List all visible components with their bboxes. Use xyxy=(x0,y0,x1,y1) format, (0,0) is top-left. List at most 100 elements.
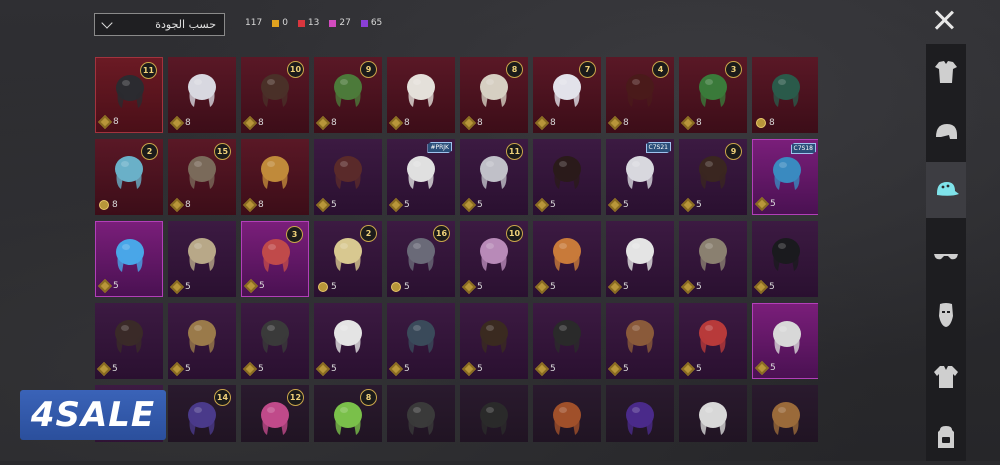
item-points: 8 xyxy=(534,115,556,131)
item-slot[interactable]: 38 xyxy=(679,57,747,133)
points-value: 5 xyxy=(550,282,556,292)
item-slot[interactable]: 98 xyxy=(314,57,382,133)
item-slot[interactable]: C7S18 5 xyxy=(752,139,818,215)
points-value: 8 xyxy=(258,118,264,128)
item-slot[interactable]: 8 xyxy=(314,385,382,442)
points-value: 5 xyxy=(623,282,629,292)
item-slot[interactable]: 5 xyxy=(533,303,601,379)
item-slot[interactable]: 5 xyxy=(679,221,747,297)
item-slot[interactable]: #PRJK 5 xyxy=(387,139,455,215)
item-hat-icon xyxy=(261,156,289,189)
level-badge: 9 xyxy=(725,143,742,160)
item-slot[interactable]: 5 xyxy=(460,303,528,379)
level-badge: 4 xyxy=(652,61,669,78)
item-slot[interactable]: 8 xyxy=(168,57,236,133)
item-slot[interactable]: 5 xyxy=(533,139,601,215)
item-slot[interactable]: 5 xyxy=(533,221,601,297)
item-slot[interactable]: C7S21 5 xyxy=(606,139,674,215)
item-slot[interactable] xyxy=(752,385,818,442)
item-slot[interactable]: 16 5 xyxy=(387,221,455,297)
item-slot[interactable]: 5 xyxy=(387,303,455,379)
item-slot[interactable]: 12 xyxy=(241,385,309,442)
item-slot[interactable]: 5 xyxy=(606,303,674,379)
level-badge: 11 xyxy=(506,143,523,160)
item-slot[interactable]: 35 xyxy=(241,221,309,297)
level-badge: 14 xyxy=(214,389,231,406)
item-slot[interactable]: 5 xyxy=(168,303,236,379)
points-value: 5 xyxy=(770,199,776,209)
points-value: 5 xyxy=(769,282,775,292)
item-slot[interactable] xyxy=(460,385,528,442)
points-value: 8 xyxy=(623,118,629,128)
item-points: 5 xyxy=(315,197,337,213)
close-button[interactable] xyxy=(930,6,958,34)
item-points: 5 xyxy=(534,361,556,377)
item-slot[interactable]: 10 5 xyxy=(460,221,528,297)
item-hat-icon xyxy=(772,74,800,107)
glasses-icon xyxy=(934,254,958,260)
item-points: 5 xyxy=(461,361,483,377)
item-points: 8 xyxy=(756,118,775,128)
item-points: 5 xyxy=(680,197,702,213)
item-slot[interactable]: 15 8 xyxy=(168,139,236,215)
item-slot[interactable]: 78 xyxy=(533,57,601,133)
item-slot[interactable]: 5 xyxy=(314,303,382,379)
item-hat-icon xyxy=(553,320,581,353)
gem-icon xyxy=(388,361,404,377)
item-slot[interactable] xyxy=(533,385,601,442)
tab-mask[interactable] xyxy=(926,287,966,343)
item-slot[interactable] xyxy=(387,385,455,442)
item-hat-icon xyxy=(699,320,727,353)
points-value: 5 xyxy=(696,282,702,292)
item-slot[interactable]: 5 xyxy=(679,303,747,379)
hat-icon xyxy=(937,182,959,196)
item-slot[interactable]: 48 xyxy=(606,57,674,133)
item-slot[interactable] xyxy=(679,385,747,442)
item-points: 5 xyxy=(754,360,776,376)
sort-dropdown[interactable]: حسب الجودة xyxy=(94,13,225,36)
points-value: 5 xyxy=(185,282,191,292)
item-slot[interactable]: 8 xyxy=(752,57,818,133)
gem-icon xyxy=(607,115,623,131)
tab-backpack[interactable] xyxy=(926,409,966,465)
item-points: 5 xyxy=(461,197,483,213)
gem-icon xyxy=(534,361,550,377)
level-badge: 8 xyxy=(360,389,377,406)
item-slot[interactable]: 5 xyxy=(606,221,674,297)
item-slot[interactable]: 8 xyxy=(387,57,455,133)
tab-glasses[interactable] xyxy=(926,228,966,284)
item-slot[interactable]: 11 5 xyxy=(460,139,528,215)
item-hat-icon xyxy=(188,238,216,271)
season-badge: C7S18 xyxy=(790,143,816,154)
item-slot[interactable]: 28 xyxy=(95,139,163,215)
tab-outfit[interactable] xyxy=(926,44,966,100)
item-slot[interactable]: 5 xyxy=(314,139,382,215)
coin-icon xyxy=(318,282,328,292)
item-slot[interactable]: 5 xyxy=(752,221,818,297)
item-slot[interactable]: 8 xyxy=(241,139,309,215)
tab-helmet[interactable] xyxy=(926,104,966,160)
level-badge: 2 xyxy=(141,143,158,160)
item-slot[interactable]: 25 xyxy=(314,221,382,297)
item-slot[interactable] xyxy=(606,385,674,442)
tab-hat[interactable] xyxy=(926,162,966,218)
item-slot[interactable]: 88 xyxy=(460,57,528,133)
item-hat-icon xyxy=(772,238,800,271)
item-slot[interactable]: 5 xyxy=(95,221,163,297)
points-value: 8 xyxy=(696,118,702,128)
level-badge: 8 xyxy=(506,61,523,78)
item-slot[interactable]: 5 xyxy=(241,303,309,379)
gem-icon xyxy=(680,115,696,131)
item-slot[interactable]: 5 xyxy=(168,221,236,297)
tab-jacket[interactable] xyxy=(926,349,966,405)
level-badge: 15 xyxy=(214,143,231,160)
item-slot[interactable]: 5 xyxy=(95,303,163,379)
item-points: 8 xyxy=(680,115,702,131)
item-slot[interactable]: 95 xyxy=(679,139,747,215)
item-slot[interactable]: 14 xyxy=(168,385,236,442)
gem-icon xyxy=(534,279,550,295)
item-slot[interactable]: 10 8 xyxy=(241,57,309,133)
item-slot[interactable]: 11 8 xyxy=(95,57,163,133)
item-hat-icon xyxy=(188,320,216,353)
item-slot[interactable]: 5 xyxy=(752,303,818,379)
